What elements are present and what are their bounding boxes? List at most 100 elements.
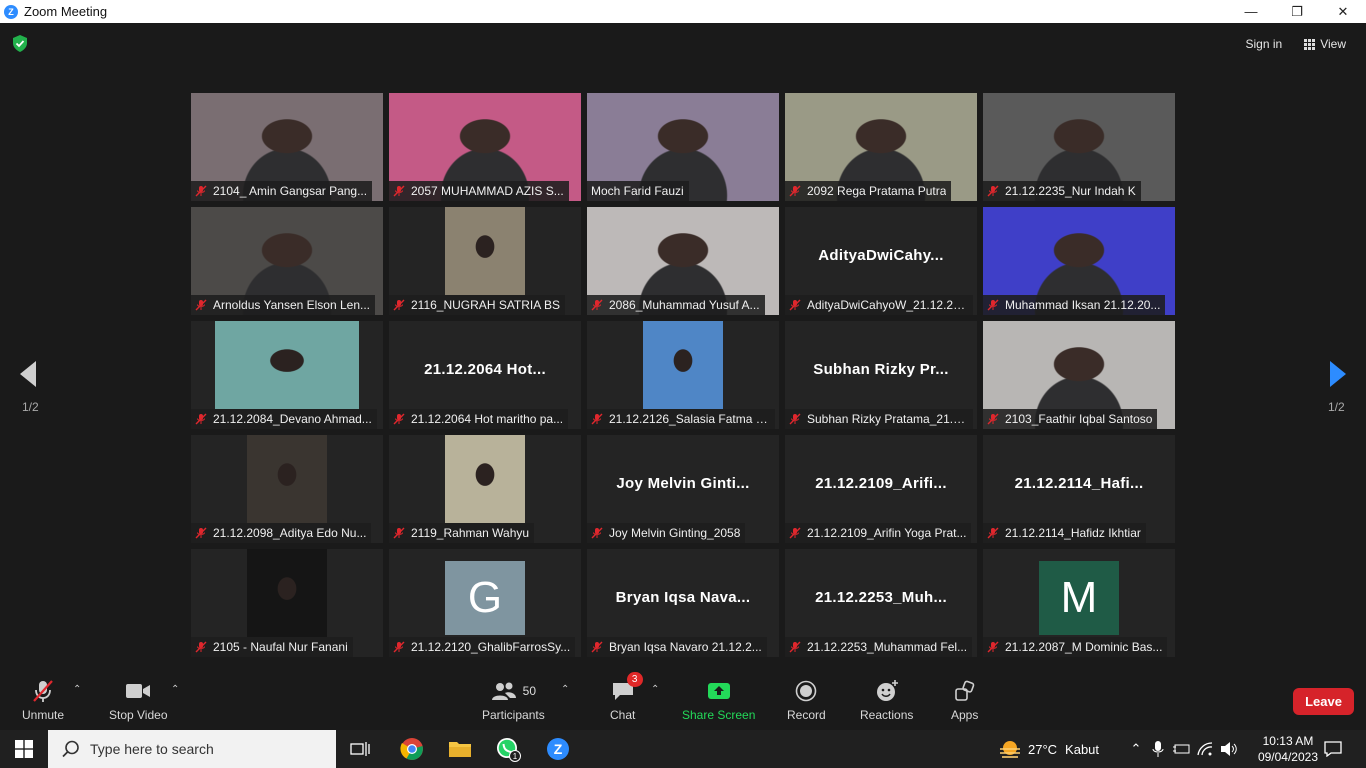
page-indicator-left: 1/2 <box>22 400 39 414</box>
unmute-button[interactable]: Unmute <box>22 678 64 722</box>
taskbar-search-box[interactable]: Type here to search <box>48 730 336 768</box>
participant-name-tag: Moch Farid Fauzi <box>587 181 689 201</box>
chat-button[interactable]: 3 Chat <box>610 672 643 722</box>
participant-tile[interactable]: Arnoldus Yansen Elson Len... <box>191 207 383 315</box>
participant-tile[interactable]: 21.12.2109_Arifi... 21.12.2109_Arifin Yog… <box>785 435 977 543</box>
system-tray: ⌃ <box>1128 730 1238 768</box>
muted-mic-icon <box>987 641 999 653</box>
grid-icon <box>1304 38 1316 50</box>
participant-name-label: 21.12.2253_Muhammad Fel... <box>807 640 968 654</box>
participant-tile[interactable]: Subhan Rizky Pr... Subhan Rizky Pratama_2… <box>785 321 977 429</box>
audio-options-caret[interactable]: ⌃ <box>73 684 81 695</box>
chat-options-caret[interactable]: ⌃ <box>651 684 659 695</box>
participant-name-tag: Bryan Iqsa Navaro 21.12.2... <box>587 637 767 657</box>
reactions-button[interactable]: Reactions <box>860 678 913 722</box>
participant-tile[interactable]: G 21.12.2120_GhalibFarrosSy... <box>389 549 581 657</box>
sign-in-button[interactable]: Sign in <box>1240 34 1289 54</box>
next-page-arrow-icon[interactable] <box>1326 359 1350 389</box>
participant-name-tag: 2057 MUHAMMAD AZIS S... <box>389 181 569 201</box>
wifi-icon[interactable] <box>1196 741 1214 757</box>
muted-mic-icon <box>591 299 603 311</box>
participant-name-label: 2103_Faathir Iqbal Santoso <box>1005 412 1153 426</box>
participant-name-label: 21.12.2109_Arifin Yoga Prat... <box>807 526 967 540</box>
participant-tile[interactable]: Bryan Iqsa Nava... Bryan Iqsa Navaro 21.1… <box>587 549 779 657</box>
participant-tile[interactable]: 2116_NUGRAH SATRIA BS <box>389 207 581 315</box>
participant-name-label: Arnoldus Yansen Elson Len... <box>213 298 370 312</box>
participant-tile[interactable]: Muhammad Iksan 21.12.20... <box>983 207 1175 315</box>
muted-mic-icon <box>789 641 801 653</box>
maximize-button[interactable]: ❐ <box>1274 0 1320 23</box>
minimize-button[interactable]: — <box>1228 0 1274 23</box>
participant-video <box>445 207 525 295</box>
zoom-taskbar-button[interactable]: Z <box>534 730 582 768</box>
participant-tile[interactable]: 2092 Rega Pratama Putra <box>785 93 977 201</box>
battery-plug-icon[interactable] <box>1172 741 1190 757</box>
stop-video-button[interactable]: Stop Video <box>109 678 168 722</box>
video-options-caret[interactable]: ⌃ <box>171 684 179 695</box>
leave-button[interactable]: Leave <box>1293 688 1354 715</box>
file-explorer-taskbar-button[interactable] <box>436 730 484 768</box>
participant-name-label: 2104_ Amin Gangsar Pang... <box>213 184 368 198</box>
participants-count: 50 <box>522 684 537 698</box>
participants-button[interactable]: 50 Participants <box>482 678 545 722</box>
show-hidden-icons-chevron-icon[interactable]: ⌃ <box>1128 741 1144 757</box>
participant-tile[interactable]: 21.12.2064 Hot... 21.12.2064 Hot maritho … <box>389 321 581 429</box>
volume-icon[interactable] <box>1220 741 1238 757</box>
participant-name-label: 2105 - Naufal Nur Fanani <box>213 640 348 654</box>
participant-tile[interactable]: 21.12.2253_Muh... 21.12.2253_Muhammad Fel… <box>785 549 977 657</box>
chat-unread-badge: 3 <box>626 672 643 687</box>
participant-tile[interactable]: 2086_Muhammad Yusuf A... <box>587 207 779 315</box>
apps-button[interactable]: Apps <box>951 678 978 722</box>
participant-display-name: 21.12.2064 Hot... <box>424 361 546 378</box>
participant-tile[interactable]: 2104_ Amin Gangsar Pang... <box>191 93 383 201</box>
participant-name-tag: 21.12.2114_Hafidz Ikhtiar <box>983 523 1146 543</box>
meeting-toolbar: Unmute ⌃ Stop Video ⌃ 50 Participants ⌃ … <box>0 670 1366 730</box>
participant-name-label: 21.12.2235_Nur Indah K <box>1005 184 1136 198</box>
participant-name-tag: 21.12.2109_Arifin Yoga Prat... <box>785 523 972 543</box>
shield-icon[interactable] <box>12 35 28 52</box>
participant-name-label: 21.12.2120_GhalibFarrosSy... <box>411 640 571 654</box>
chrome-icon <box>400 738 423 760</box>
participant-name-tag: 21.12.2253_Muhammad Fel... <box>785 637 973 657</box>
share-screen-button[interactable]: Share Screen <box>682 678 755 722</box>
participant-tile[interactable]: Joy Melvin Ginti... Joy Melvin Ginting_20… <box>587 435 779 543</box>
participant-avatar: G <box>445 561 525 635</box>
participant-tile[interactable]: 21.12.2114_Hafi... 21.12.2114_Hafidz Ikht… <box>983 435 1175 543</box>
notifications-button[interactable] <box>1310 730 1356 768</box>
windows-start-button[interactable] <box>0 730 48 768</box>
participant-tile[interactable]: 2103_Faathir Iqbal Santoso <box>983 321 1175 429</box>
participant-name-tag: 21.12.2084_Devano Ahmad... <box>191 409 377 429</box>
participant-tile[interactable]: 21.12.2084_Devano Ahmad... <box>191 321 383 429</box>
chrome-taskbar-button[interactable] <box>388 730 436 768</box>
participant-video <box>247 549 327 637</box>
participant-tile[interactable]: 2057 MUHAMMAD AZIS S... <box>389 93 581 201</box>
whatsapp-badge: 1 <box>513 752 518 761</box>
participant-tile[interactable]: 21.12.2126_Salasia Fatma S... <box>587 321 779 429</box>
muted-mic-icon <box>393 185 405 197</box>
participants-options-caret[interactable]: ⌃ <box>561 684 569 695</box>
record-button[interactable]: Record <box>787 678 826 722</box>
participant-name-tag: 2116_NUGRAH SATRIA BS <box>389 295 565 315</box>
previous-page-arrow-icon[interactable] <box>16 359 40 389</box>
participant-display-name: Joy Melvin Ginti... <box>616 475 750 492</box>
task-view-button[interactable] <box>336 730 384 768</box>
participant-tile[interactable]: M 21.12.2087_M Dominic Bas... <box>983 549 1175 657</box>
microphone-tray-icon[interactable] <box>1152 740 1164 758</box>
task-view-icon <box>350 742 370 756</box>
close-button[interactable]: ✕ <box>1320 0 1366 23</box>
participant-tile[interactable]: AdityaDwiCahy... AdityaDwiCahyoW_21.12.21… <box>785 207 977 315</box>
weather-widget[interactable]: 27°C Kabut <box>998 730 1099 768</box>
muted-mic-icon <box>195 641 207 653</box>
participant-tile[interactable]: 2119_Rahman Wahyu <box>389 435 581 543</box>
participant-tile[interactable]: Moch Farid Fauzi <box>587 93 779 201</box>
view-button[interactable]: View <box>1298 34 1352 54</box>
participant-tile[interactable]: 21.12.2235_Nur Indah K <box>983 93 1175 201</box>
participants-icon <box>491 682 516 700</box>
participant-tile[interactable]: 2105 - Naufal Nur Fanani <box>191 549 383 657</box>
muted-mic-icon <box>195 527 207 539</box>
participant-display-name: AdityaDwiCahy... <box>818 247 944 264</box>
whatsapp-taskbar-button[interactable]: 1 <box>484 730 532 768</box>
participant-tile[interactable]: 21.12.2098_Aditya Edo Nu... <box>191 435 383 543</box>
muted-mic-icon <box>393 527 405 539</box>
taskbar-clock[interactable]: 10:13 AM 09/04/2023 <box>1258 733 1318 765</box>
